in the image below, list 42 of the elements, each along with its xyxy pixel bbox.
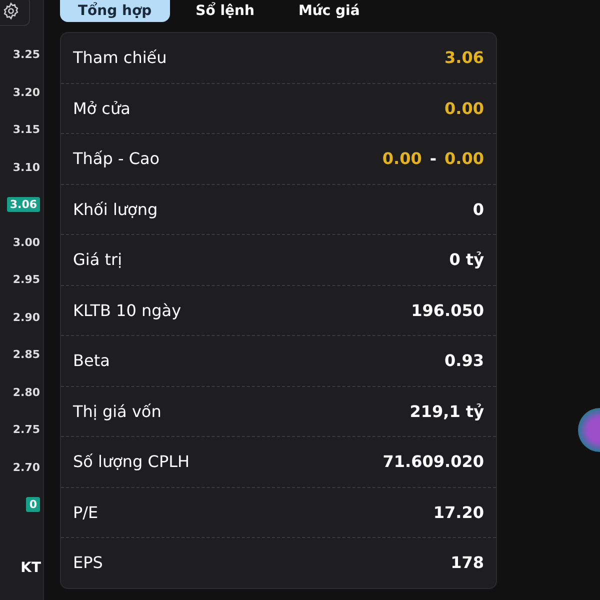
axis-label: 2.75	[12, 423, 40, 436]
row-label: P/E	[73, 502, 98, 522]
row-value: 3.06	[444, 48, 484, 68]
settings-icon	[2, 2, 20, 20]
range-separator: -	[430, 149, 437, 168]
axis-label: 3.20	[12, 86, 40, 99]
axis-label: 3.00	[12, 236, 40, 249]
price-badge: 3.06	[6, 197, 40, 212]
row-label: Beta	[73, 351, 110, 370]
row-value: 71.609.020	[382, 452, 484, 472]
row-value: 0.00	[444, 149, 484, 168]
row-label: Thị giá vốn	[73, 402, 162, 421]
axis-label: 3.15	[12, 123, 40, 136]
tab[interactable]: Tổng hợp	[60, 0, 170, 22]
row-value: 17.20	[433, 502, 484, 522]
row-value: 0	[472, 200, 484, 219]
row-label: Tham chiếu	[73, 48, 167, 68]
tab[interactable]: Mức giá	[280, 0, 378, 22]
row-label: Giá trị	[73, 250, 122, 270]
row-value: 0.00	[382, 149, 422, 168]
axis-footer-label: KT	[20, 560, 42, 576]
axis-label: 2.95	[12, 273, 40, 286]
axis-label: 2.80	[12, 386, 40, 399]
axis-label: 2.90	[12, 310, 40, 324]
price-badge: 0	[26, 497, 40, 512]
row-label: EPS	[73, 553, 103, 572]
row-value: 0.00	[444, 98, 484, 118]
row-label: Khối lượng	[73, 200, 158, 219]
tab[interactable]: Sổ lệnh	[178, 0, 272, 22]
row-label: Thấp - Cao	[73, 149, 160, 168]
row-value: 196.050	[411, 300, 484, 320]
axis-label: 3.10	[12, 160, 40, 174]
row-value: 178	[450, 553, 484, 572]
row-value: 0.93	[444, 351, 484, 370]
row-label: Mở cửa	[73, 98, 130, 118]
axis-label: 3.25	[12, 48, 40, 62]
row-label: Số lượng CPLH	[73, 452, 190, 472]
row-value: 219,1 tỷ	[410, 402, 484, 421]
axis-label: 2.85	[12, 348, 40, 362]
row-value: 0 tỷ	[449, 250, 484, 270]
row-label: KLTB 10 ngày	[73, 300, 182, 320]
axis-label: 2.70	[12, 460, 40, 474]
